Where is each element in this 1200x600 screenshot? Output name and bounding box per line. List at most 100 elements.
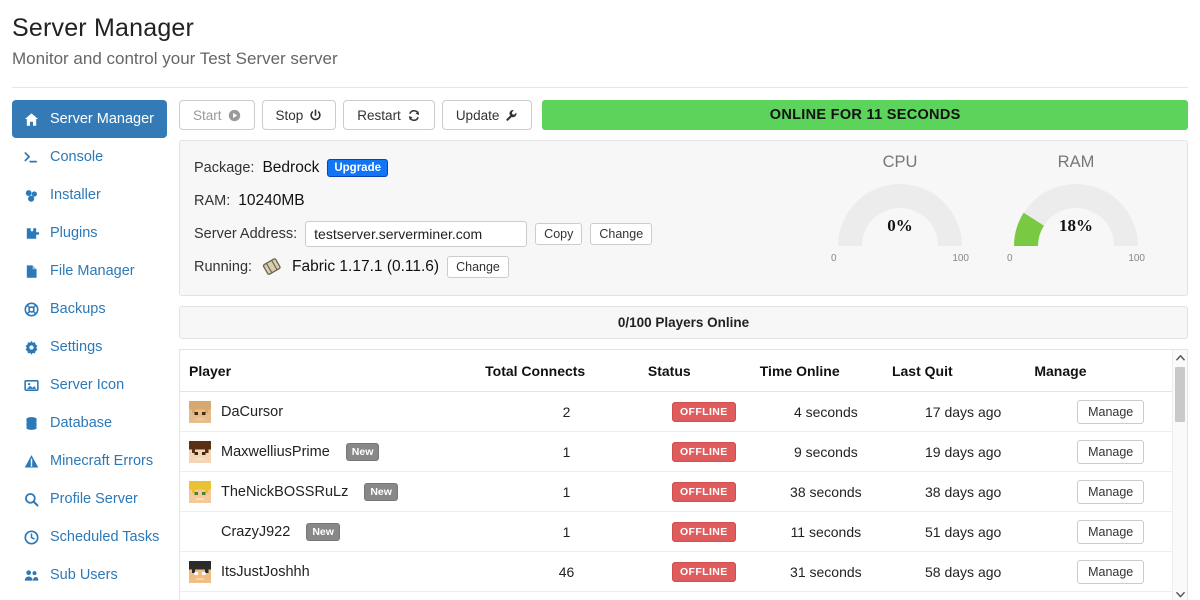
wrench-icon [505, 109, 518, 122]
column-header-last-quit: Last Quit [891, 350, 1035, 392]
sidebar-item-label: Console [50, 149, 104, 165]
stop-button[interactable]: Stop [261, 100, 337, 130]
gauge-min-label: 0 [1007, 253, 1013, 264]
sidebar-item-console[interactable]: Console [12, 138, 167, 176]
players-table-scrollbar[interactable] [1172, 350, 1187, 600]
upgrade-button[interactable]: Upgrade [327, 158, 388, 177]
package-row: Package: Bedrock Upgrade [194, 151, 825, 184]
sidebar-item-sub-users[interactable]: Sub Users [12, 556, 167, 594]
manage-cell: Manage [1034, 391, 1187, 432]
scroll-up-arrow-icon[interactable] [1173, 350, 1187, 365]
gauge-ram: RAM 18% 0 100 [1001, 153, 1151, 264]
users-icon [22, 568, 40, 583]
total-connects-cell: 46 [485, 551, 648, 592]
sidebar-item-server-icon[interactable]: Server Icon [12, 366, 167, 404]
sidebar-item-backups[interactable]: Backups [12, 290, 167, 328]
sidebar-item-scheduled-tasks[interactable]: Scheduled Tasks [12, 518, 167, 556]
sidebar-item-label: Backups [50, 301, 106, 317]
manage-button[interactable]: Manage [1077, 559, 1145, 584]
status-badge: OFFLINE [671, 441, 736, 462]
fabric-icon [260, 256, 284, 278]
player-cell: TheNickBOSSRuLz New [180, 471, 486, 512]
gauge-value: 18% [1059, 216, 1093, 235]
sidebar-item-database[interactable]: Database [12, 404, 167, 442]
last-quit-cell: 51 days ago [891, 511, 1035, 552]
copy-address-button[interactable]: Copy [535, 222, 583, 245]
running-row: Running: Fabric 1.17.1 (0.11.6) Change [194, 250, 825, 283]
sidebar-item-installer[interactable]: Installer [12, 176, 167, 214]
restart-button-label: Restart [357, 107, 401, 123]
package-label: Package: [194, 159, 255, 176]
change-version-button[interactable]: Change [447, 255, 509, 278]
ram-value: 10240MB [238, 191, 305, 209]
manage-button[interactable]: Manage [1077, 519, 1145, 544]
player-avatar [189, 480, 211, 503]
clock-icon [22, 529, 40, 545]
stop-button-label: Stop [275, 107, 304, 123]
power-icon [309, 108, 322, 122]
gauge-title: RAM [1057, 153, 1095, 171]
ram-label: RAM: [194, 192, 231, 209]
scroll-down-arrow-icon[interactable] [1173, 587, 1187, 600]
sidebar-item-plugins[interactable]: Plugins [12, 214, 167, 252]
manage-button[interactable]: Manage [1077, 439, 1145, 464]
column-header-status: Status [647, 350, 760, 392]
gauge-max-label: 100 [1128, 253, 1145, 264]
change-address-button[interactable]: Change [590, 222, 653, 245]
image-icon [22, 378, 40, 393]
column-header-total-connects: Total Connects [485, 350, 648, 392]
sidebar-item-file-manager[interactable]: File Manager [12, 252, 167, 290]
update-button-label: Update [455, 107, 500, 123]
status-badge: OFFLINE [671, 401, 736, 422]
table-row: TheNickBOSSRuLz New 1 OFFLINE 38 seconds 38 d… [180, 471, 1187, 512]
player-name: DaCursor [221, 403, 284, 420]
gauge-title: CPU [882, 153, 918, 171]
column-header-time-online: Time Online [759, 350, 892, 392]
status-badge: OFFLINE [671, 481, 736, 502]
restart-button[interactable]: Restart [343, 100, 435, 130]
play-circle-icon [228, 109, 241, 122]
page-subtitle: Monitor and control your Test Server ser… [12, 49, 338, 68]
sidebar-item-label: Installer [50, 187, 101, 203]
gauge-cpu: CPU 0% 0 100 [825, 153, 975, 264]
page-title: Server Manager [12, 14, 195, 42]
life-ring-icon [22, 302, 40, 317]
server-address-input[interactable] [305, 220, 528, 247]
sidebar-item-server-manager[interactable]: Server Manager [12, 100, 167, 138]
sidebar-item-label: Scheduled Tasks [50, 529, 160, 545]
manage-button[interactable]: Manage [1077, 399, 1145, 424]
scrollbar-thumb[interactable] [1175, 367, 1185, 422]
players-table-container: Player Total Connects Status Time Online Las… [179, 349, 1188, 600]
main-layout: Server Manager Console Installer Plugins Fil… [0, 88, 1200, 600]
column-header-manage: Manage [1034, 350, 1187, 392]
server-status-bar: ONLINE FOR 11 SECONDS [542, 100, 1188, 130]
sidebar-item-label: Settings [50, 339, 103, 355]
resource-gauges: CPU 0% 0 100 RAM 18% 0 100 [825, 151, 1173, 264]
puzzle-piece-icon [22, 226, 40, 241]
status-cell: OFFLINE [647, 431, 760, 472]
column-header-player: Player [180, 350, 486, 392]
start-button[interactable]: Start [179, 100, 255, 130]
sidebar-item-profile-server[interactable]: Profile Server [12, 480, 167, 518]
manage-cell: Manage [1034, 511, 1187, 552]
new-badge: New [306, 522, 340, 541]
player-avatar [189, 521, 211, 543]
server-address-label: Server Address: [194, 225, 298, 242]
time-online-cell: 31 seconds [759, 551, 892, 592]
status-badge: OFFLINE [671, 521, 736, 542]
update-button[interactable]: Update [441, 100, 533, 130]
gauge-min-label: 0 [831, 253, 837, 264]
sidebar-item-settings[interactable]: Settings [12, 328, 167, 366]
manage-button[interactable]: Manage [1077, 479, 1145, 504]
player-avatar [189, 440, 211, 463]
gauge-scale: 0 100 [1001, 253, 1151, 264]
status-cell: OFFLINE [647, 471, 760, 512]
sidebar-item-support-users[interactable]: Support Users [12, 594, 167, 600]
sidebar-item-label: Database [50, 415, 113, 431]
sidebar-item-minecraft-errors[interactable]: Minecraft Errors [12, 442, 167, 480]
sidebar: Server Manager Console Installer Plugins Fil… [12, 100, 167, 600]
player-name: TheNickBOSSRuLz [221, 483, 349, 500]
time-online-cell: 11 seconds [759, 511, 892, 552]
last-quit-cell: 17 days ago [891, 391, 1035, 432]
content-area: Start Stop Restart Update ONLINE FOR 11 … [179, 100, 1188, 600]
